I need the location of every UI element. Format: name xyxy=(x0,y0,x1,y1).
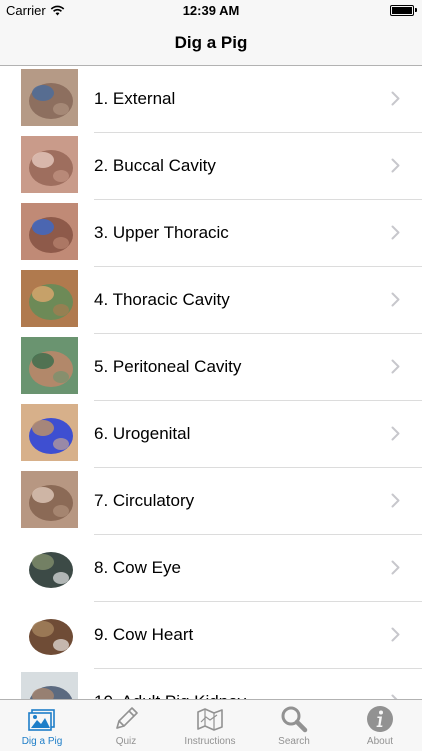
list-item[interactable]: 5. Peritoneal Cavity xyxy=(0,334,422,401)
chapter-thumbnail xyxy=(21,203,78,260)
search-icon xyxy=(279,704,309,734)
list-item-label: 8. Cow Eye xyxy=(94,558,181,577)
tab-bar: Dig a Pig Quiz Instructions Search About xyxy=(0,699,422,751)
chapter-thumbnail xyxy=(21,672,78,699)
chevron-right-icon xyxy=(391,627,400,647)
tab-label: Search xyxy=(278,736,310,747)
tab-label: Quiz xyxy=(115,736,137,747)
chapter-thumbnail xyxy=(21,605,78,662)
list-item[interactable]: 3. Upper Thoracic xyxy=(0,200,422,267)
map-icon xyxy=(195,704,225,734)
chevron-right-icon xyxy=(391,359,400,379)
chapter-thumbnail xyxy=(21,337,78,394)
tab-about[interactable]: About xyxy=(338,700,422,751)
list-item[interactable]: 10. Adult Pig Kidney xyxy=(0,669,422,699)
chapter-list[interactable]: 1. External 2. Buccal Cavity 3. Upper Thor… xyxy=(0,66,422,699)
list-item-label: 10. Adult Pig Kidney xyxy=(94,692,246,699)
tab-instructions[interactable]: Instructions xyxy=(168,700,252,751)
chapter-thumbnail xyxy=(21,270,78,327)
tab-search[interactable]: Search xyxy=(252,700,336,751)
photo-icon xyxy=(27,704,57,734)
pencil-icon xyxy=(111,704,141,734)
list-item[interactable]: 9. Cow Heart xyxy=(0,602,422,669)
chapter-thumbnail xyxy=(21,471,78,528)
chapter-thumbnail xyxy=(21,404,78,461)
list-item-label: 3. Upper Thoracic xyxy=(94,223,229,242)
list-item-label: 4. Thoracic Cavity xyxy=(94,290,230,309)
list-item-label: 7. Circulatory xyxy=(94,491,195,510)
navigation-bar: Dig a Pig xyxy=(0,22,422,66)
list-item-label: 5. Peritoneal Cavity xyxy=(94,357,242,376)
tab-label: About xyxy=(366,736,394,747)
chapter-thumbnail xyxy=(21,69,78,126)
list-item-label: 9. Cow Heart xyxy=(94,625,194,644)
chapter-thumbnail xyxy=(21,538,78,595)
list-item-label: 2. Buccal Cavity xyxy=(94,156,216,175)
list-item[interactable]: 1. External xyxy=(0,66,422,133)
list-item-label: 6. Urogenital xyxy=(94,424,191,443)
chevron-right-icon xyxy=(391,493,400,513)
list-item[interactable]: 7. Circulatory xyxy=(0,468,422,535)
info-icon xyxy=(365,704,395,734)
page-title: Dig a Pig xyxy=(174,33,248,52)
chevron-right-icon xyxy=(391,426,400,446)
tab-dig-a-pig[interactable]: Dig a Pig xyxy=(0,700,84,751)
tab-label: Instructions xyxy=(184,736,236,747)
chevron-right-icon xyxy=(391,225,400,245)
list-item[interactable]: 4. Thoracic Cavity xyxy=(0,267,422,334)
battery-icon xyxy=(390,5,417,16)
list-item[interactable]: 2. Buccal Cavity xyxy=(0,133,422,200)
chevron-right-icon xyxy=(391,158,400,178)
chevron-right-icon xyxy=(391,292,400,312)
chevron-right-icon xyxy=(391,560,400,580)
list-item-label: 1. External xyxy=(94,89,176,108)
list-item[interactable]: 8. Cow Eye xyxy=(0,535,422,602)
chevron-right-icon xyxy=(391,91,400,111)
list-item[interactable]: 6. Urogenital xyxy=(0,401,422,468)
clock: 12:39 AM xyxy=(182,3,240,18)
tab-label: Dig a Pig xyxy=(21,736,63,747)
status-bar: Carrier 12:39 AM xyxy=(0,0,422,22)
chapter-thumbnail xyxy=(21,136,78,193)
tab-quiz[interactable]: Quiz xyxy=(84,700,168,751)
